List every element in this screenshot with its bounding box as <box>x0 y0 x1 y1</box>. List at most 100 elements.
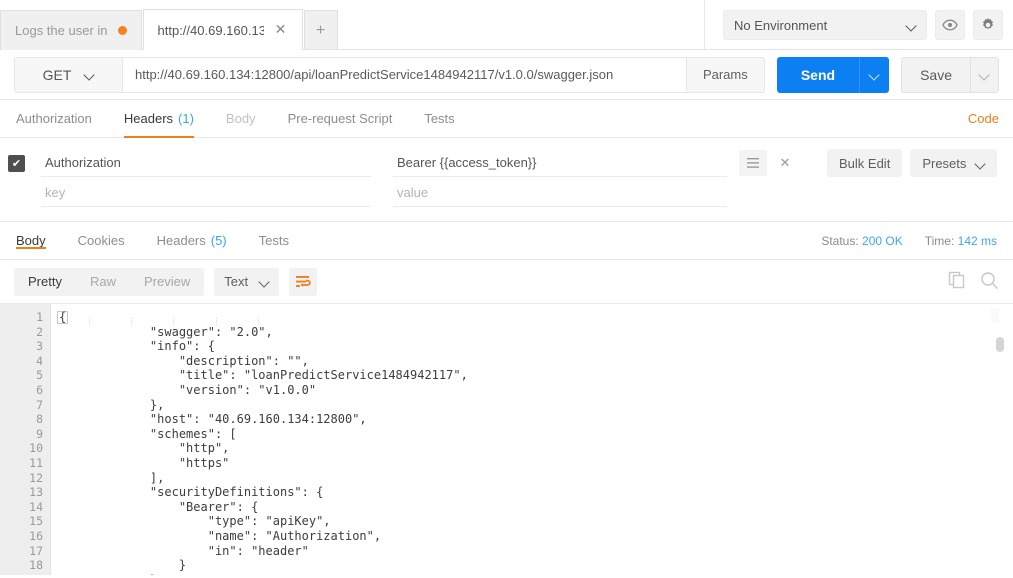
code-line: ], <box>56 470 165 485</box>
tab-count: (5) <box>210 233 227 248</box>
http-method-label: GET <box>42 66 72 83</box>
view-mode-preview[interactable]: Preview <box>130 268 204 296</box>
status-badge: Status: 200 OK <box>821 234 902 248</box>
save-button[interactable]: Save <box>902 57 970 92</box>
header-key-input-empty[interactable]: key <box>41 179 371 207</box>
bulk-edit-label: Bulk Edit <box>839 155 891 171</box>
format-label: Text <box>224 274 249 289</box>
http-method-select[interactable]: GET <box>14 56 122 93</box>
code-line: "https" <box>56 455 230 470</box>
close-icon[interactable]: ✕ <box>274 22 288 37</box>
send-options-button[interactable] <box>859 56 890 93</box>
code-line: } <box>56 558 187 573</box>
line-number: 16 <box>29 528 43 543</box>
line-number: 3 <box>36 339 43 354</box>
line-number: 11 <box>29 455 43 470</box>
line-number: 1 <box>36 310 43 324</box>
code-line: "Bearer": { <box>56 499 259 514</box>
tab-label: Tests <box>258 233 289 248</box>
line-number: 15 <box>29 514 43 529</box>
line-number-gutter: 1 2 3 4 5 6 7 8 9 10 11 12 13 14 15 16 1… <box>0 304 51 575</box>
tab-label: Cookies <box>77 233 125 248</box>
environment-select[interactable]: No Environment <box>723 10 927 40</box>
response-tab-cookies[interactable]: Cookies <box>62 233 141 248</box>
header-value-input[interactable]: Bearer {{access_token}} <box>393 149 727 177</box>
line-number: 18 <box>29 558 43 573</box>
tab-title: Logs the user in <box>15 23 108 38</box>
code-line: "schemes": [ <box>56 426 237 441</box>
view-mode-pretty[interactable]: Pretty <box>14 268 76 296</box>
list-icon[interactable] <box>739 150 767 176</box>
code-line: }, <box>51 573 1013 575</box>
new-tab-button[interactable]: + <box>303 10 338 50</box>
send-button-group: Send <box>776 56 890 93</box>
vertical-scrollbar[interactable] <box>991 308 1004 352</box>
response-tab-tests[interactable]: Tests <box>243 233 305 248</box>
tab-title: http://40.69.160.134:1 <box>157 22 264 38</box>
copy-icon[interactable] <box>948 271 966 292</box>
tab-label: Authorization <box>16 111 92 126</box>
status-label: Status: <box>821 233 859 248</box>
tab-label: Pre-request Script <box>287 111 393 126</box>
header-enabled-checkbox[interactable]: ✔ <box>8 154 25 172</box>
json-code-content[interactable]: { "swagger": "2.0", "info": { "descripti… <box>51 304 1013 575</box>
url-input[interactable]: http://40.69.160.134:12800/api/loanPredi… <box>122 56 687 93</box>
code-link[interactable]: Code <box>954 100 1013 137</box>
header-enabled-checkbox-empty[interactable] <box>8 185 25 202</box>
search-icon[interactable] <box>980 271 999 293</box>
code-line: "name": "Authorization", <box>56 528 382 543</box>
response-body-actions <box>948 271 999 293</box>
response-tab-body[interactable]: Body <box>0 233 62 249</box>
line-number: 8 <box>36 412 43 427</box>
response-meta: Status: 200 OK Time: 142 ms <box>821 234 1013 248</box>
tab-body[interactable]: Body <box>210 100 272 137</box>
eye-icon[interactable] <box>935 10 965 40</box>
presets-label: Presets <box>922 155 967 171</box>
word-wrap-icon[interactable] <box>289 267 318 296</box>
close-icon[interactable]: ✕ <box>771 150 799 176</box>
request-tab-swagger[interactable]: http://40.69.160.134:1 ✕ <box>142 9 303 50</box>
send-button[interactable]: Send <box>776 56 860 93</box>
header-row-actions: ✕ <box>739 150 799 176</box>
tab-tests[interactable]: Tests <box>408 100 470 137</box>
bulk-edit-button[interactable]: Bulk Edit <box>827 149 903 177</box>
chevron-down-icon <box>260 277 269 286</box>
unsaved-dot-icon <box>117 26 127 35</box>
tab-bar: Logs the user in http://40.69.160.134:1 … <box>0 0 1013 50</box>
line-number: 13 <box>29 485 43 500</box>
view-mode-group: Pretty Raw Preview <box>14 267 205 296</box>
line-number: 19 <box>0 573 50 575</box>
code-line: "version": "v1.0.0" <box>56 382 317 397</box>
header-key-input[interactable]: Authorization <box>41 149 371 177</box>
params-button[interactable]: Params <box>686 56 765 93</box>
save-options-button[interactable] <box>970 57 998 92</box>
code-line: "securityDefinitions": { <box>56 485 324 500</box>
chevron-down-icon <box>980 70 989 79</box>
line-number: 5 <box>36 368 43 383</box>
tab-headers[interactable]: Headers (1) <box>108 100 210 138</box>
time-label: Time: <box>924 233 955 248</box>
request-tabs-strip: Logs the user in http://40.69.160.134:1 … <box>0 0 338 50</box>
chevron-down-icon <box>907 21 916 30</box>
tab-label: Body <box>225 111 256 126</box>
code-line: "info": { <box>56 339 215 354</box>
response-body-viewer[interactable]: 1 2 3 4 5 6 7 8 9 10 11 12 13 14 15 16 1… <box>0 304 1013 575</box>
request-section-tabs: Authorization Headers (1) Body Pre-reque… <box>0 100 1013 138</box>
tab-label: Headers <box>156 233 206 248</box>
scrollbar-thumb[interactable] <box>996 337 1004 352</box>
gear-icon[interactable] <box>973 10 1003 40</box>
code-line: "host": "40.69.160.134:12800", <box>56 412 367 427</box>
chevron-down-icon <box>85 70 94 79</box>
request-tab-logs-the-user-in[interactable]: Logs the user in <box>0 10 142 50</box>
tab-pre-request-script[interactable]: Pre-request Script <box>272 100 409 137</box>
response-body-toolbar: Pretty Raw Preview Text <box>0 260 1013 304</box>
line-number: 4 <box>36 353 43 368</box>
header-value-input-empty[interactable]: value <box>393 179 727 207</box>
tab-authorization[interactable]: Authorization <box>0 100 108 137</box>
presets-button[interactable]: Presets <box>910 149 998 177</box>
status-value: 200 OK <box>862 233 903 248</box>
time-badge: Time: 142 ms <box>925 234 997 248</box>
format-select[interactable]: Text <box>214 267 280 296</box>
response-tab-headers[interactable]: Headers (5) <box>141 233 243 248</box>
view-mode-raw[interactable]: Raw <box>76 268 130 296</box>
